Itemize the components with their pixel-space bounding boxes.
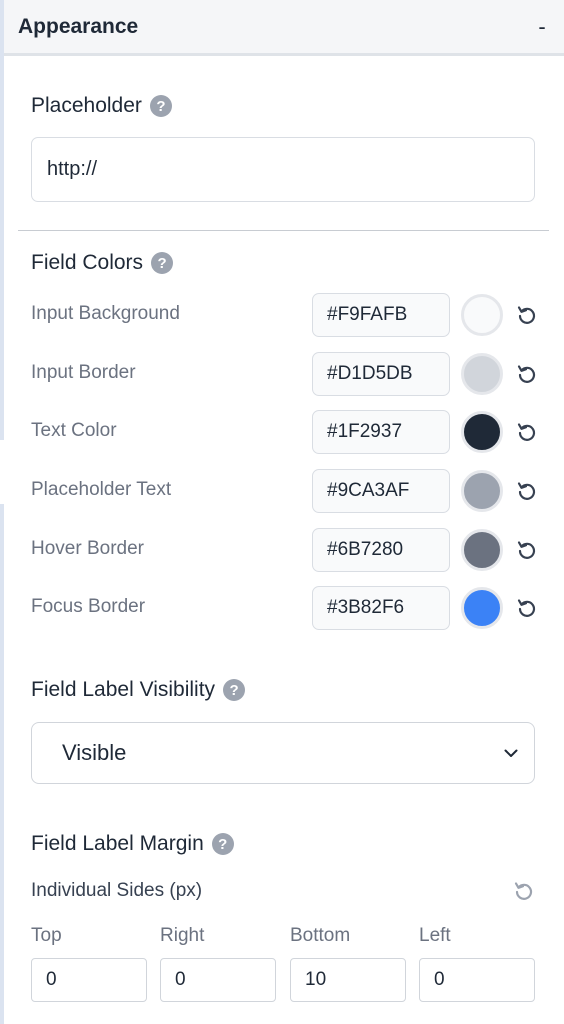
question-circle-icon[interactable]: ? — [223, 679, 246, 701]
hex-input[interactable] — [312, 586, 450, 630]
panel-left-rail-gap — [0, 440, 4, 504]
color-row-hover-border: Hover Border — [31, 528, 545, 572]
question-circle-icon[interactable]: ? — [211, 833, 234, 855]
color-row-input-border: Input Border — [31, 352, 545, 396]
color-name: Hover Border — [31, 538, 144, 559]
color-swatch[interactable] — [461, 353, 503, 395]
reset-icon[interactable] — [515, 596, 539, 620]
color-name: Focus Border — [31, 596, 146, 617]
field-label-margin-label: Field Label Margin — [31, 832, 204, 855]
question-circle-icon[interactable]: ? — [149, 95, 172, 117]
placeholder-label-row: Placeholder ? — [31, 94, 172, 118]
reset-icon[interactable] — [515, 479, 539, 503]
color-swatch[interactable] — [461, 294, 503, 336]
placeholder-input[interactable] — [31, 137, 535, 202]
margin-left-label: Left — [419, 925, 451, 946]
color-name: Placeholder Text — [31, 479, 172, 500]
panel-title: Appearance — [18, 14, 139, 38]
section-divider — [18, 230, 549, 231]
field-label-margin-row: Field Label Margin ? — [31, 832, 234, 856]
panel-left-rail — [0, 0, 4, 1024]
margin-top-column: Top — [31, 925, 147, 1002]
label-visibility-select[interactable]: Visible — [31, 722, 535, 784]
appearance-panel-header[interactable]: Appearance - — [4, 0, 564, 56]
color-name: Text Color — [31, 420, 117, 441]
reset-icon[interactable] — [512, 879, 536, 903]
collapse-button[interactable]: - — [534, 15, 550, 38]
margin-top-label: Top — [31, 925, 62, 946]
hex-input[interactable] — [312, 352, 450, 396]
margin-bottom-label: Bottom — [290, 925, 351, 946]
chevron-down-icon — [504, 749, 518, 757]
field-colors-label: Field Colors — [31, 251, 144, 274]
color-row-input-background: Input Background — [31, 293, 545, 337]
margin-bottom-column: Bottom — [290, 925, 406, 1002]
color-row-text-color: Text Color — [31, 410, 545, 454]
field-label-visibility-label: Field Label Visibility — [31, 678, 216, 701]
hex-input[interactable] — [312, 293, 450, 337]
hex-input[interactable] — [312, 528, 450, 572]
color-row-focus-border: Focus Border — [31, 586, 545, 630]
reset-icon[interactable] — [515, 303, 539, 327]
reset-icon[interactable] — [515, 538, 539, 562]
color-swatch[interactable] — [461, 470, 503, 512]
placeholder-label: Placeholder — [31, 94, 142, 117]
margin-left-column: Left — [419, 925, 535, 1002]
margin-top-input[interactable] — [31, 958, 147, 1002]
color-name: Input Border — [31, 362, 136, 383]
reset-icon[interactable] — [515, 420, 539, 444]
select-value: Visible — [62, 740, 127, 765]
margin-right-input[interactable] — [160, 958, 276, 1002]
color-swatch[interactable] — [461, 529, 503, 571]
margin-left-input[interactable] — [419, 958, 535, 1002]
color-swatch[interactable] — [461, 587, 503, 629]
margin-bottom-input[interactable] — [290, 958, 406, 1002]
margin-right-column: Right — [160, 925, 276, 1002]
color-swatch[interactable] — [461, 411, 503, 453]
color-name: Input Background — [31, 303, 180, 324]
field-label-visibility-row: Field Label Visibility ? — [31, 678, 246, 702]
individual-sides-label: Individual Sides (px) — [31, 880, 203, 901]
color-row-placeholder-text: Placeholder Text — [31, 469, 545, 513]
field-colors-label-row: Field Colors ? — [31, 251, 174, 275]
question-circle-icon[interactable]: ? — [151, 252, 174, 274]
hex-input[interactable] — [312, 469, 450, 513]
margin-right-label: Right — [160, 925, 205, 946]
hex-input[interactable] — [312, 410, 450, 454]
reset-icon[interactable] — [515, 362, 539, 386]
